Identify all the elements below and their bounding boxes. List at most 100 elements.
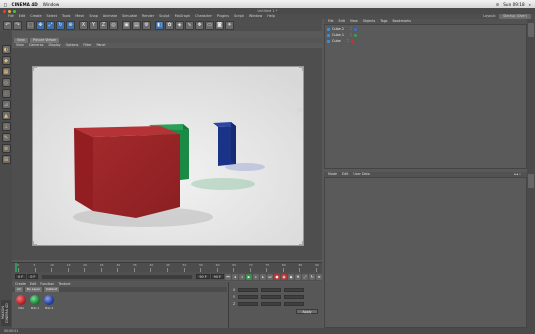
timeline-tick-label: 0	[17, 263, 19, 267]
object-row[interactable]: Cube.1 ⁚⁚	[327, 33, 358, 38]
keyframe-selection-icon[interactable]: ◆	[288, 273, 294, 280]
window-title: Untitled 1 *	[257, 9, 278, 13]
render-picture-viewer-icon[interactable]: ▤	[132, 20, 141, 30]
timeline-tick-label: 70	[248, 263, 253, 267]
wifi-icon[interactable]: ≋	[496, 2, 500, 7]
current-frame-field[interactable]: 0 F	[27, 274, 39, 279]
go-to-end-icon[interactable]: ⏭	[267, 273, 273, 280]
subdivision-icon[interactable]: ✿	[165, 20, 174, 30]
minimize-window-button[interactable]	[8, 9, 11, 13]
position-key-icon[interactable]: ✥	[295, 273, 301, 280]
app-menu-name[interactable]: CINEMA 4D	[12, 2, 38, 7]
floor-icon[interactable]: ▭	[205, 20, 214, 30]
coord-axis-label: X	[233, 288, 236, 292]
coord-axis-label: Z	[233, 302, 236, 306]
material-ball-blue	[44, 295, 54, 305]
edges-mode-icon[interactable]: ⊿	[1, 100, 11, 109]
autokey-icon[interactable]: ◉	[281, 273, 287, 280]
material-swatch-mat2[interactable]: Mat.2	[43, 295, 55, 310]
clock[interactable]: Sun 09:18	[503, 2, 524, 7]
lock-workplane-icon[interactable]: ⊞	[1, 155, 11, 164]
frame-range-slider[interactable]	[42, 274, 193, 279]
shadow-green-cube	[191, 178, 255, 190]
visibility-dots-icon[interactable]: ⁚⁚	[350, 27, 352, 32]
make-editable-icon[interactable]: ◐	[1, 45, 11, 54]
scale-key-icon[interactable]: ⤢	[302, 273, 308, 280]
workplane-icon[interactable]: ◇	[1, 78, 11, 87]
frame-corner-top-right	[299, 67, 303, 71]
cube-object-icon[interactable]: ◧	[155, 20, 164, 30]
light-icon[interactable]: ☀	[225, 20, 234, 30]
size-x-field[interactable]	[261, 288, 282, 292]
x-axis-icon[interactable]: X	[79, 20, 88, 30]
model-mode-icon[interactable]: ◆	[1, 56, 11, 65]
next-key-icon[interactable]: ▸	[260, 273, 266, 280]
timeline-settings-icon[interactable]: ≡	[316, 273, 322, 280]
deformer-icon[interactable]: ❖	[195, 20, 204, 30]
move-tool-icon[interactable]: ✥	[36, 20, 45, 30]
render-settings-icon[interactable]: ⚙	[142, 20, 151, 30]
scale-tool-icon[interactable]: ⤢	[46, 20, 55, 30]
max-frame-field[interactable]: 90 F	[210, 274, 224, 279]
rotation-b-field[interactable]	[284, 302, 305, 306]
z-axis-icon[interactable]: Z	[99, 20, 108, 30]
play-icon[interactable]: ▶	[246, 273, 252, 280]
previous-frame-icon[interactable]: ◃	[239, 273, 245, 280]
recent-tools-icon[interactable]: ⊕	[66, 20, 75, 30]
next-frame-icon[interactable]: ▹	[253, 273, 259, 280]
object-row[interactable]: Cube ⁚⁚	[327, 39, 354, 44]
rotation-h-field[interactable]	[284, 288, 305, 292]
viewport-expand-arrow-icon[interactable]: ▷	[298, 106, 303, 114]
array-icon[interactable]: ◈	[175, 20, 184, 30]
render-view-icon[interactable]: ▣	[122, 20, 131, 30]
points-mode-icon[interactable]: ∴	[1, 89, 11, 98]
position-x-field[interactable]	[238, 288, 259, 292]
close-window-button[interactable]	[3, 9, 6, 13]
window-menu[interactable]: Window	[43, 2, 60, 7]
previous-key-icon[interactable]: ◂	[232, 273, 238, 280]
texture-mode-icon[interactable]: ▦	[1, 67, 11, 76]
position-z-field[interactable]	[238, 302, 259, 306]
visibility-dots-icon[interactable]: ⁚⁚	[350, 33, 352, 38]
redo-icon[interactable]: ↷	[13, 20, 22, 30]
visibility-dots-icon[interactable]: ⁚⁚	[347, 39, 349, 44]
camera-icon[interactable]: ◙	[215, 20, 224, 30]
object-manager: Cube.2 ⁚⁚ Cube.1 ⁚⁚ Cube ⁚⁚	[324, 24, 527, 169]
rotation-key-icon[interactable]: ↻	[309, 273, 315, 280]
go-to-start-icon[interactable]: ⏮	[225, 273, 231, 280]
record-icon[interactable]: ●	[274, 273, 280, 280]
timeline-tick-label: 10	[50, 263, 54, 267]
start-frame-field[interactable]: 0 F	[15, 274, 27, 279]
snap-icon[interactable]: ⊚	[1, 144, 11, 153]
apply-button[interactable]: Apply	[296, 309, 318, 314]
polygons-mode-icon[interactable]: ▲	[1, 111, 11, 120]
tweak-mode-icon[interactable]: ✎	[1, 133, 11, 142]
rotate-tool-icon[interactable]: ↻	[56, 20, 65, 30]
timeline-ruler[interactable]: 0 5 10 15 20 25 30 35 40 45 50 55 60 65 70 75 80 85 90	[12, 262, 322, 272]
end-frame-field[interactable]: 90 F	[196, 274, 210, 279]
size-y-field[interactable]	[260, 295, 281, 299]
material-swatch-mat1[interactable]: Mat.1	[29, 295, 41, 310]
search-icon[interactable]: ⌕	[529, 2, 531, 7]
position-y-field[interactable]	[237, 295, 258, 299]
timeline-playhead[interactable]	[15, 263, 17, 272]
live-selection-icon[interactable]: ⬚	[26, 20, 35, 30]
material-swatch-mat[interactable]: Mat	[15, 295, 27, 310]
size-z-field[interactable]	[261, 302, 282, 306]
rotation-p-field[interactable]	[283, 295, 304, 299]
undo-icon[interactable]: ↶	[3, 20, 12, 30]
y-axis-icon[interactable]: Y	[89, 20, 98, 30]
cube-object-icon	[327, 40, 330, 43]
object-row[interactable]: Cube.2 ⁚⁚	[327, 27, 358, 32]
render-frame[interactable]	[32, 66, 304, 246]
objects-side-tab[interactable]	[528, 23, 534, 37]
axis-mode-icon[interactable]: ⊥	[1, 122, 11, 131]
material-tag-icon[interactable]	[350, 40, 354, 43]
zoom-window-button[interactable]	[13, 9, 16, 13]
material-tag-icon[interactable]	[354, 28, 358, 31]
coordinate-system-icon[interactable]: ◎	[109, 20, 118, 30]
apple-icon[interactable]: 	[4, 2, 7, 7]
attributes-side-tab[interactable]	[528, 174, 534, 188]
spline-icon[interactable]: ∿	[185, 20, 194, 30]
material-tag-icon[interactable]	[354, 34, 358, 37]
